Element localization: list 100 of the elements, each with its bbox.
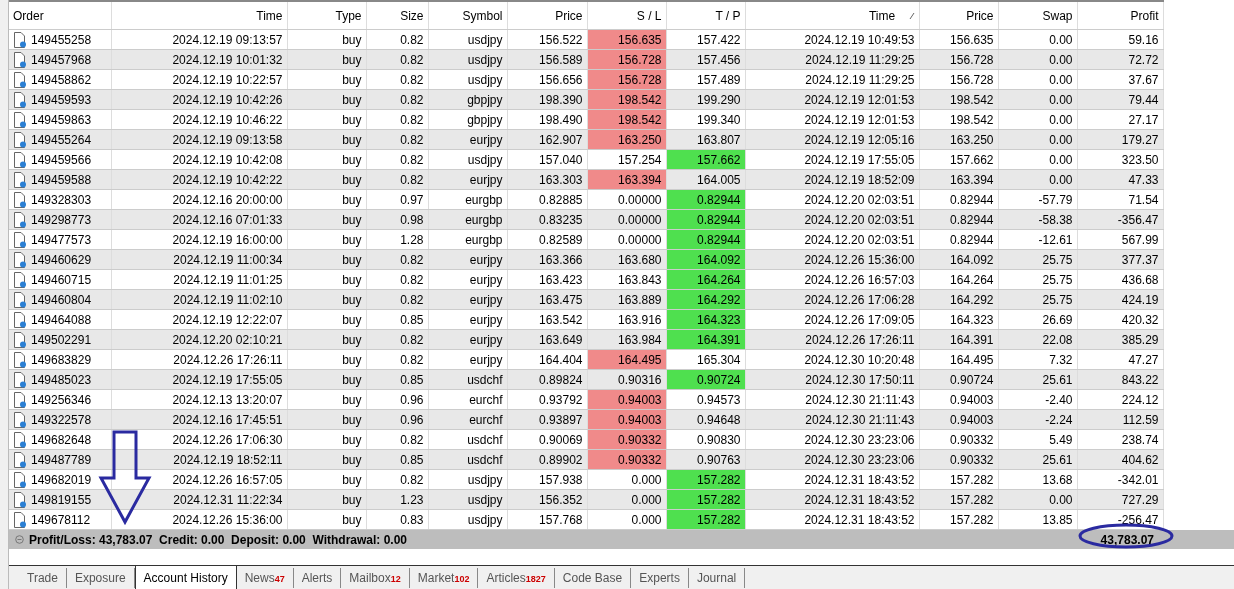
table-cell: 2024.12.31 18:43:52 — [745, 469, 919, 490]
tab[interactable]: Alerts — [293, 568, 342, 588]
table-cell: 198.542 — [919, 109, 998, 130]
table-cell: 149459593 — [31, 92, 92, 107]
column-header[interactable]: T / P — [715, 8, 741, 23]
table-cell: 0.00 — [998, 29, 1077, 50]
table-cell: eurchf — [428, 389, 507, 410]
document-icon — [13, 231, 27, 248]
table-cell: 164.495 — [919, 349, 998, 370]
document-icon — [13, 331, 27, 348]
table-cell: usdjpy — [428, 29, 507, 50]
table-cell: 2024.12.26 17:06:30 — [111, 429, 287, 450]
table-cell: 149683829 — [31, 352, 92, 367]
table-cell: 0.82 — [366, 69, 428, 90]
table-cell: 2024.12.19 16:00:00 — [111, 229, 287, 250]
tab[interactable]: Exposure — [66, 568, 135, 588]
table-cell: 2024.12.19 12:01:53 — [745, 109, 919, 130]
table-cell: 2024.12.19 11:29:25 — [745, 69, 919, 90]
document-icon — [13, 291, 27, 308]
table-cell: buy — [287, 429, 366, 450]
table-cell: 2024.12.19 17:55:05 — [745, 149, 919, 170]
table-cell: buy — [287, 229, 366, 250]
table-cell: 0.82885 — [507, 189, 587, 210]
tab[interactable]: Mailbox12 — [341, 568, 410, 588]
document-icon — [13, 371, 27, 388]
table-cell: eurjpy — [428, 349, 507, 370]
document-icon — [13, 491, 27, 508]
table-cell: 164.404 — [507, 349, 587, 370]
table-cell: 0.82944 — [919, 189, 998, 210]
column-header[interactable]: Order — [13, 8, 44, 23]
table-cell: 0.00 — [998, 109, 1077, 130]
table-cell: 0.90830 — [666, 429, 745, 450]
table-cell: 2024.12.19 10:46:22 — [111, 109, 287, 130]
table-cell: 0.82 — [366, 109, 428, 130]
table-cell: 0.82 — [366, 149, 428, 170]
column-header[interactable]: Time — [868, 8, 896, 23]
column-header[interactable]: S / L — [636, 8, 662, 23]
table-cell: 198.490 — [507, 109, 587, 130]
column-header[interactable]: Time — [256, 8, 283, 23]
tab[interactable]: Trade — [19, 568, 67, 588]
table-cell: buy — [287, 269, 366, 290]
table-cell: 0.82 — [366, 429, 428, 450]
table-cell: buy — [287, 109, 366, 130]
document-icon — [13, 191, 27, 208]
column-header[interactable]: Type — [335, 8, 362, 23]
table-cell: 149457968 — [31, 52, 92, 67]
tab[interactable]: Experts — [631, 568, 689, 588]
tab[interactable]: News47 — [236, 568, 294, 588]
table-cell: 149682019 — [31, 472, 92, 487]
tab[interactable]: Journal — [688, 568, 746, 588]
table-cell: 149328303 — [31, 192, 92, 207]
table-cell: 157.282 — [919, 509, 998, 530]
table-cell: 2024.12.26 16:57:03 — [745, 269, 919, 290]
column-header[interactable]: Profit — [1130, 8, 1159, 23]
table-cell: 0.82 — [366, 349, 428, 370]
document-icon — [13, 91, 27, 108]
table-cell: 157.254 — [587, 149, 666, 170]
document-icon — [13, 211, 27, 228]
table-cell: 163.423 — [507, 269, 587, 290]
table-cell: 163.542 — [507, 309, 587, 330]
table-cell: 149819155 — [31, 492, 92, 507]
table-cell: buy — [287, 509, 366, 530]
table-cell: 26.69 — [998, 309, 1077, 330]
table-cell: buy — [287, 149, 366, 170]
table-cell: 156.656 — [507, 69, 587, 90]
table-cell: 2024.12.16 20:00:00 — [111, 189, 287, 210]
table-cell: 71.54 — [1077, 189, 1163, 210]
table-cell: 2024.12.26 17:09:05 — [745, 309, 919, 330]
table-cell: usdjpy — [428, 69, 507, 90]
table-cell: 149455264 — [31, 132, 92, 147]
table-cell: 436.68 — [1077, 269, 1163, 290]
table-cell: 156.522 — [507, 29, 587, 50]
table-cell: 156.635 — [919, 29, 998, 50]
column-header[interactable]: Price — [555, 8, 583, 23]
table-cell: 0.82 — [366, 469, 428, 490]
table-cell: 2024.12.19 10:49:53 — [745, 29, 919, 50]
table-cell: 2024.12.20 02:03:51 — [745, 189, 919, 210]
tab[interactable]: Market102 — [409, 568, 479, 588]
table-cell: 149458862 — [31, 72, 92, 87]
tab[interactable]: Account History — [134, 566, 237, 589]
table-cell: 157.489 — [666, 69, 745, 90]
table-cell: gbpjpy — [428, 109, 507, 130]
table-cell: 0.00000 — [587, 189, 666, 210]
table-cell: buy — [287, 389, 366, 410]
table-cell: eurjpy — [428, 309, 507, 330]
table-cell: eurgbp — [428, 229, 507, 250]
table-cell: 157.938 — [507, 469, 587, 490]
tab[interactable]: Articles1827 — [478, 568, 555, 588]
table-cell: 0.00000 — [587, 229, 666, 250]
column-header[interactable]: Price — [966, 8, 994, 23]
table-cell: 323.50 — [1077, 149, 1163, 170]
table-cell: buy — [287, 29, 366, 50]
table-cell: 149459566 — [31, 152, 92, 167]
table-cell: 2024.12.19 10:22:57 — [111, 69, 287, 90]
tab[interactable]: Code Base — [554, 568, 632, 588]
table-cell: 224.12 — [1077, 389, 1163, 410]
table-cell: 149459588 — [31, 172, 92, 187]
summary-text: Profit/Loss: 43,783.07 Credit: 0.00 Deposit: 0.00 Withdrawal: 0.00 — [29, 532, 408, 547]
table-cell: buy — [287, 349, 366, 370]
table-cell: 156.728 — [919, 69, 998, 90]
